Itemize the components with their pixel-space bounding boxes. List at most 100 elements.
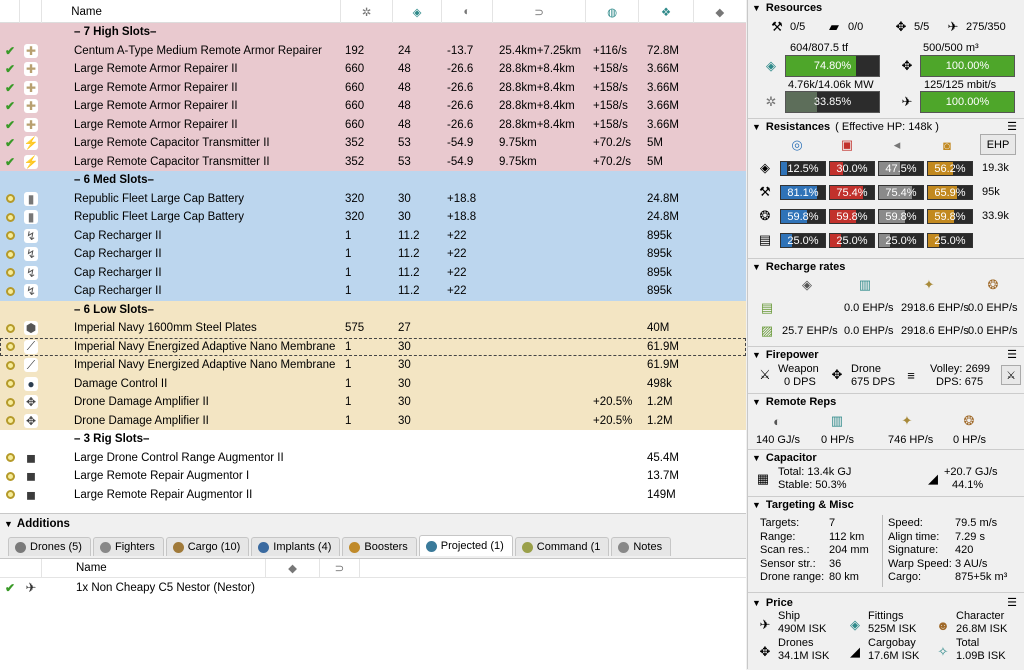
active-check-icon[interactable]: ✔ (5, 581, 15, 595)
online-state-icon[interactable] (5, 323, 15, 333)
module-row[interactable]: ◼ Large Remote Repair Augmentor I 13.7M (0, 467, 746, 486)
ehp-toggle-button[interactable]: EHP (980, 134, 1016, 155)
module-state[interactable] (0, 338, 20, 357)
active-check-icon[interactable]: ✔ (5, 155, 15, 169)
module-row[interactable]: ◼ Large Drone Control Range Augmentor II 4… (0, 448, 746, 468)
module-state[interactable] (0, 227, 20, 246)
module-state[interactable]: ✔ (0, 153, 20, 172)
module-row[interactable]: ✔ ✚ Large Remote Armor Repairer II 660 48 -26… (0, 97, 746, 116)
module-state[interactable] (0, 282, 20, 301)
projected-name-header[interactable]: Name (68, 558, 266, 578)
module-row[interactable]: ✥ Drone Damage Amplifier II 1 30 +20.5% 1.2M (0, 411, 746, 431)
module-row[interactable]: ● Damage Control II 1 30 498k (0, 374, 746, 394)
module-state[interactable] (0, 264, 20, 283)
module-row[interactable]: ▮ Republic Fleet Large Cap Battery 320 30 +1… (0, 189, 746, 209)
resources-header[interactable]: ▼ Resources (748, 0, 1024, 15)
module-row[interactable]: ⟋ Imperial Navy Energized Adaptive Nano M… (0, 356, 746, 375)
module-state[interactable] (0, 245, 20, 264)
active-check-icon[interactable]: ✔ (5, 118, 15, 132)
module-state[interactable] (0, 393, 20, 412)
module-state[interactable] (0, 486, 20, 505)
online-state-icon[interactable] (5, 342, 15, 352)
projected-row[interactable]: ✔ ✈ 1x Non Cheapy C5 Nestor (Nestor) (0, 578, 746, 598)
firepower-header[interactable]: ▼ Firepower (748, 347, 1024, 362)
collapse-triangle-icon[interactable]: ▼ (752, 500, 761, 510)
module-state[interactable] (0, 449, 20, 468)
module-state[interactable] (0, 319, 20, 338)
recharge-header[interactable]: ▼ Recharge rates (748, 259, 1024, 274)
collapse-triangle-icon[interactable]: ▼ (752, 350, 761, 360)
tab-notes[interactable]: Notes (611, 537, 672, 556)
rack-section-header[interactable]: – 7 High Slots– (0, 23, 746, 42)
active-check-icon[interactable]: ✔ (5, 81, 15, 95)
tab-fighters[interactable]: Fighters (92, 537, 164, 556)
module-row[interactable]: ✔ ⚡ Large Remote Capacitor Transmitter II 3… (0, 134, 746, 153)
rack-section-header[interactable]: – 3 Rig Slots– (0, 430, 746, 449)
module-row[interactable]: ⬢ Imperial Navy 1600mm Steel Plates 575 27 4… (0, 319, 746, 338)
online-state-icon[interactable] (5, 286, 15, 296)
online-state-icon[interactable] (5, 249, 15, 259)
module-row[interactable]: ▮ Republic Fleet Large Cap Battery 320 30 +1… (0, 208, 746, 227)
collapse-triangle-icon[interactable]: ▼ (752, 598, 761, 608)
module-state[interactable]: ✔ (0, 97, 20, 116)
module-row[interactable]: ✔ ⚡ Large Remote Capacitor Transmitter II 3… (0, 152, 746, 172)
module-row[interactable]: ◼ Large Remote Repair Augmentor II 149M (0, 485, 746, 505)
collapse-triangle-icon[interactable]: ▼ (752, 3, 761, 13)
capacitor-header[interactable]: ▼ Capacitor (748, 450, 1024, 465)
module-state[interactable] (0, 190, 20, 209)
module-state[interactable]: ✔ (0, 134, 20, 153)
module-row[interactable]: ↯ Cap Recharger II 1 11.2 +22 895k (0, 282, 746, 301)
rack-section-header[interactable]: – 6 Med Slots– (0, 171, 746, 190)
damage-pattern-button[interactable]: ⚔ (1001, 365, 1021, 385)
price-header[interactable]: ▼ Price (748, 595, 1024, 610)
tab-implants[interactable]: Implants (4) (251, 537, 341, 556)
active-check-icon[interactable]: ✔ (5, 44, 15, 58)
name-column-header[interactable]: Name (65, 0, 341, 23)
active-check-icon[interactable]: ✔ (5, 99, 15, 113)
online-state-icon[interactable] (5, 416, 15, 426)
module-row[interactable]: ⟋ Imperial Navy Energized Adaptive Nano M… (0, 337, 746, 357)
collapse-triangle-icon[interactable]: ▼ (752, 397, 761, 407)
menu-icon[interactable]: ☰ (1007, 348, 1017, 361)
icon-column-header[interactable] (20, 0, 42, 23)
module-state[interactable] (0, 356, 20, 375)
tab-command[interactable]: Command (1 (514, 537, 610, 556)
module-state[interactable]: ✔ (0, 60, 20, 79)
rack-section-header[interactable]: – 6 Low Slots– (0, 300, 746, 319)
state-column-header[interactable] (0, 0, 20, 23)
module-row[interactable]: ✔ ✚ Large Remote Armor Repairer II 660 48 -26… (0, 60, 746, 79)
module-state[interactable] (0, 412, 20, 431)
module-state[interactable] (0, 208, 20, 227)
tab-cargo[interactable]: Cargo (10) (165, 537, 250, 556)
module-row[interactable]: ✔ ✚ Large Remote Armor Repairer II 660 48 -26… (0, 78, 746, 98)
menu-icon[interactable]: ☰ (1007, 596, 1017, 609)
active-check-icon[interactable]: ✔ (5, 62, 15, 76)
additions-header[interactable]: ▼ Additions (0, 514, 746, 534)
module-row[interactable]: ✔ ✚ Large Remote Armor Repairer II 660 48 -26… (0, 115, 746, 134)
online-state-icon[interactable] (5, 231, 15, 241)
module-row[interactable]: ↯ Cap Recharger II 1 11.2 +22 895k (0, 226, 746, 246)
targeting-header[interactable]: ▼ Targeting & Misc (748, 497, 1024, 512)
online-state-icon[interactable] (5, 212, 15, 222)
cpu-column-header[interactable]: ✲ (341, 0, 394, 23)
online-state-icon[interactable] (5, 194, 15, 204)
misc-column-header[interactable]: ◆ (694, 0, 746, 23)
online-state-icon[interactable] (5, 453, 15, 463)
menu-icon[interactable]: ☰ (1007, 120, 1017, 133)
module-state[interactable] (0, 375, 20, 394)
online-state-icon[interactable] (5, 360, 15, 370)
tab-projected[interactable]: Projected (1) (418, 535, 513, 556)
remote-reps-header[interactable]: ▼ Remote Reps (748, 394, 1024, 409)
collapse-triangle-icon[interactable]: ▼ (752, 262, 761, 272)
module-state[interactable]: ✔ (0, 79, 20, 98)
collapse-triangle-icon[interactable]: ▼ (4, 519, 13, 529)
collapse-triangle-icon[interactable]: ▼ (752, 122, 761, 132)
online-state-icon[interactable] (5, 471, 15, 481)
module-row[interactable]: ✔ ✚ Centum A-Type Medium Remote Armor Repa… (0, 41, 746, 61)
online-state-icon[interactable] (5, 397, 15, 407)
tab-boosters[interactable]: Boosters (342, 537, 417, 556)
online-state-icon[interactable] (5, 379, 15, 389)
module-state[interactable] (0, 467, 20, 486)
online-state-icon[interactable] (5, 268, 15, 278)
module-state[interactable]: ✔ (0, 42, 20, 61)
